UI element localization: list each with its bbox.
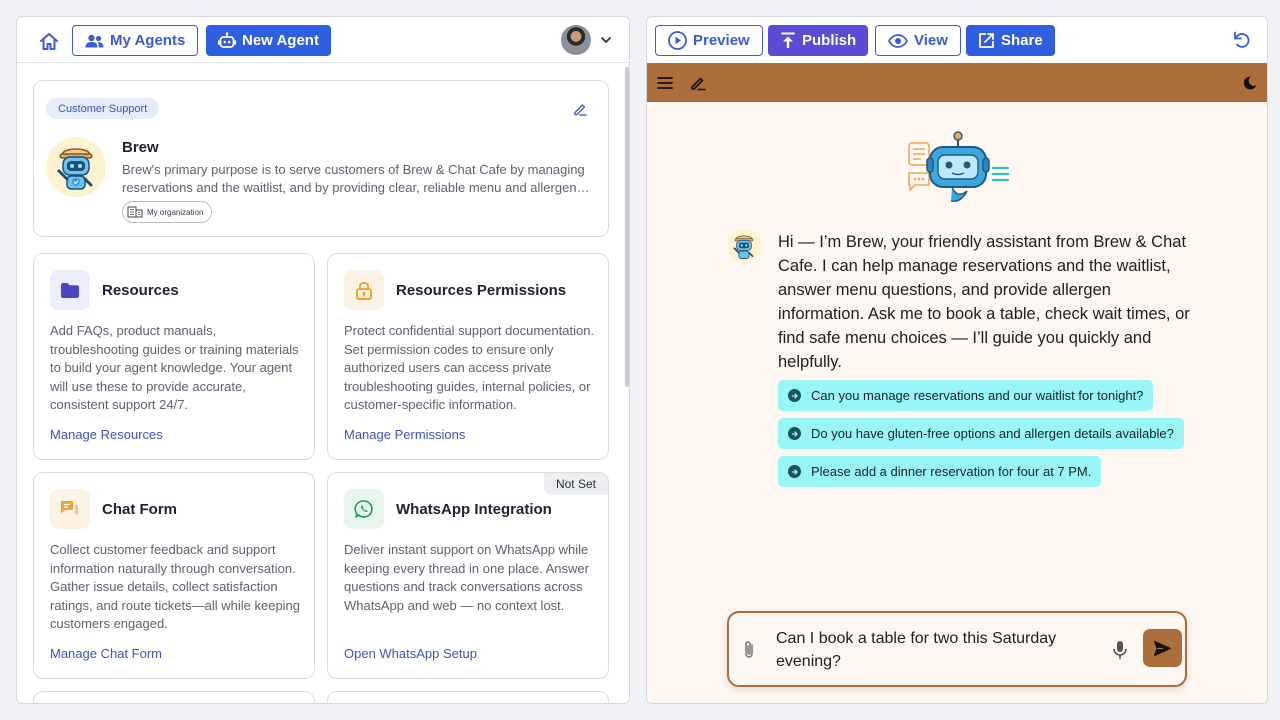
scrollbar[interactable] — [625, 67, 629, 387]
next-card — [33, 691, 315, 703]
chat-header-bar — [647, 63, 1267, 102]
manage-resources-link[interactable]: Manage Resources — [50, 427, 163, 442]
suggestion-chip[interactable]: Do you have gluten-free options and alle… — [778, 418, 1184, 449]
agent-description: Brew's primary purpose is to serve custo… — [122, 162, 585, 195]
share-label: Share — [1001, 32, 1043, 49]
paperclip-icon[interactable] — [741, 639, 757, 661]
bot-avatar — [727, 229, 761, 263]
agent-mascot-logo — [46, 137, 106, 197]
edit-icon[interactable] — [572, 101, 588, 117]
folder-icon — [50, 270, 90, 310]
new-agent-button[interactable]: New Agent — [206, 25, 331, 56]
home-icon[interactable] — [37, 30, 61, 52]
chat-bubbles-icon — [50, 489, 90, 529]
permissions-title: Resources Permissions — [396, 282, 567, 299]
resources-description: Add FAQs, product manuals, troubleshooti… — [50, 323, 299, 413]
open-whatsapp-setup-link[interactable]: Open WhatsApp Setup — [344, 646, 477, 661]
whatsapp-card: Not Set WhatsApp Integration Deliver ins… — [327, 472, 609, 679]
publish-button[interactable]: Publish — [768, 25, 869, 56]
agent-config-panel: My Agents New Agent Customer Support Bre… — [16, 16, 630, 704]
whatsapp-description: Deliver instant support on WhatsApp whil… — [344, 542, 589, 613]
microphone-icon[interactable] — [1111, 639, 1129, 661]
chat-form-description: Collect customer feedback and support in… — [50, 542, 301, 632]
new-agent-label: New Agent — [242, 32, 319, 49]
eye-icon — [888, 33, 908, 48]
my-agents-label: My Agents — [110, 32, 186, 49]
share-icon — [979, 33, 994, 48]
pen-icon[interactable] — [689, 74, 707, 92]
users-icon — [85, 34, 104, 47]
suggestion-chip[interactable]: Can you manage reservations and our wait… — [778, 380, 1154, 411]
permissions-card: Resources Permissions Protect confidenti… — [327, 253, 609, 460]
refresh-icon[interactable] — [1231, 30, 1251, 50]
chat-form-title: Chat Form — [102, 501, 177, 518]
chat-form-card: Chat Form Collect customer feedback and … — [33, 472, 315, 679]
left-toolbar: My Agents New Agent — [17, 17, 629, 63]
lock-icon — [344, 270, 384, 310]
agent-card: Customer Support Brew Brew's primary pur… — [33, 80, 609, 237]
organization-label: My organization — [147, 207, 204, 217]
preview-toolbar: Preview Publish View Share — [647, 17, 1267, 63]
user-avatar[interactable] — [561, 25, 591, 55]
chevron-down-icon[interactable] — [599, 33, 613, 47]
arrow-right-icon — [788, 427, 801, 440]
chat-preview-panel: Preview Publish View Share Hi — I’m Brew… — [646, 16, 1268, 704]
whatsapp-icon — [344, 489, 384, 529]
manage-chat-form-link[interactable]: Manage Chat Form — [50, 646, 162, 661]
permissions-description: Protect confidential support documentati… — [344, 323, 595, 413]
robot-icon — [218, 32, 236, 48]
my-agents-button[interactable]: My Agents — [72, 25, 199, 56]
suggestion-text: Can you manage reservations and our wait… — [811, 388, 1144, 403]
send-icon — [1154, 640, 1171, 656]
bot-greeting-message: Hi — I’m Brew, your friendly assistant f… — [778, 233, 1190, 371]
message-input[interactable]: Can I book a table for two this Saturday… — [776, 627, 1076, 673]
suggestion-text: Do you have gluten-free options and alle… — [811, 426, 1174, 441]
agent-settings-scroll[interactable]: Customer Support Brew Brew's primary pur… — [17, 64, 629, 703]
status-badge: Not Set — [543, 473, 608, 495]
building-icon — [127, 206, 143, 218]
preview-button[interactable]: Preview — [655, 25, 763, 56]
manage-permissions-link[interactable]: Manage Permissions — [344, 427, 465, 442]
menu-icon[interactable] — [656, 74, 674, 92]
arrow-right-icon — [788, 465, 801, 478]
send-button[interactable] — [1143, 629, 1182, 667]
category-tag: Customer Support — [46, 98, 160, 119]
play-icon — [668, 31, 687, 50]
suggestion-chip[interactable]: Please add a dinner reservation for four… — [778, 456, 1102, 487]
publish-label: Publish — [802, 32, 857, 49]
chatbot-illustration — [908, 131, 1010, 202]
next-card — [327, 691, 609, 703]
arrow-right-icon — [788, 389, 801, 402]
resources-card: Resources Add FAQs, product manuals, tro… — [33, 253, 315, 460]
view-label: View — [914, 32, 948, 49]
resources-title: Resources — [102, 282, 179, 299]
suggestion-text: Please add a dinner reservation for four… — [811, 464, 1092, 479]
organization-chip[interactable]: My organization — [122, 201, 213, 223]
message-composer[interactable]: Can I book a table for two this Saturday… — [727, 611, 1187, 687]
agent-name: Brew — [122, 139, 159, 156]
dark-mode-icon[interactable] — [1241, 74, 1259, 92]
whatsapp-title: WhatsApp Integration — [396, 501, 552, 518]
upload-icon — [781, 32, 795, 48]
view-button[interactable]: View — [875, 25, 961, 56]
preview-label: Preview — [693, 32, 750, 49]
share-button[interactable]: Share — [966, 25, 1055, 56]
